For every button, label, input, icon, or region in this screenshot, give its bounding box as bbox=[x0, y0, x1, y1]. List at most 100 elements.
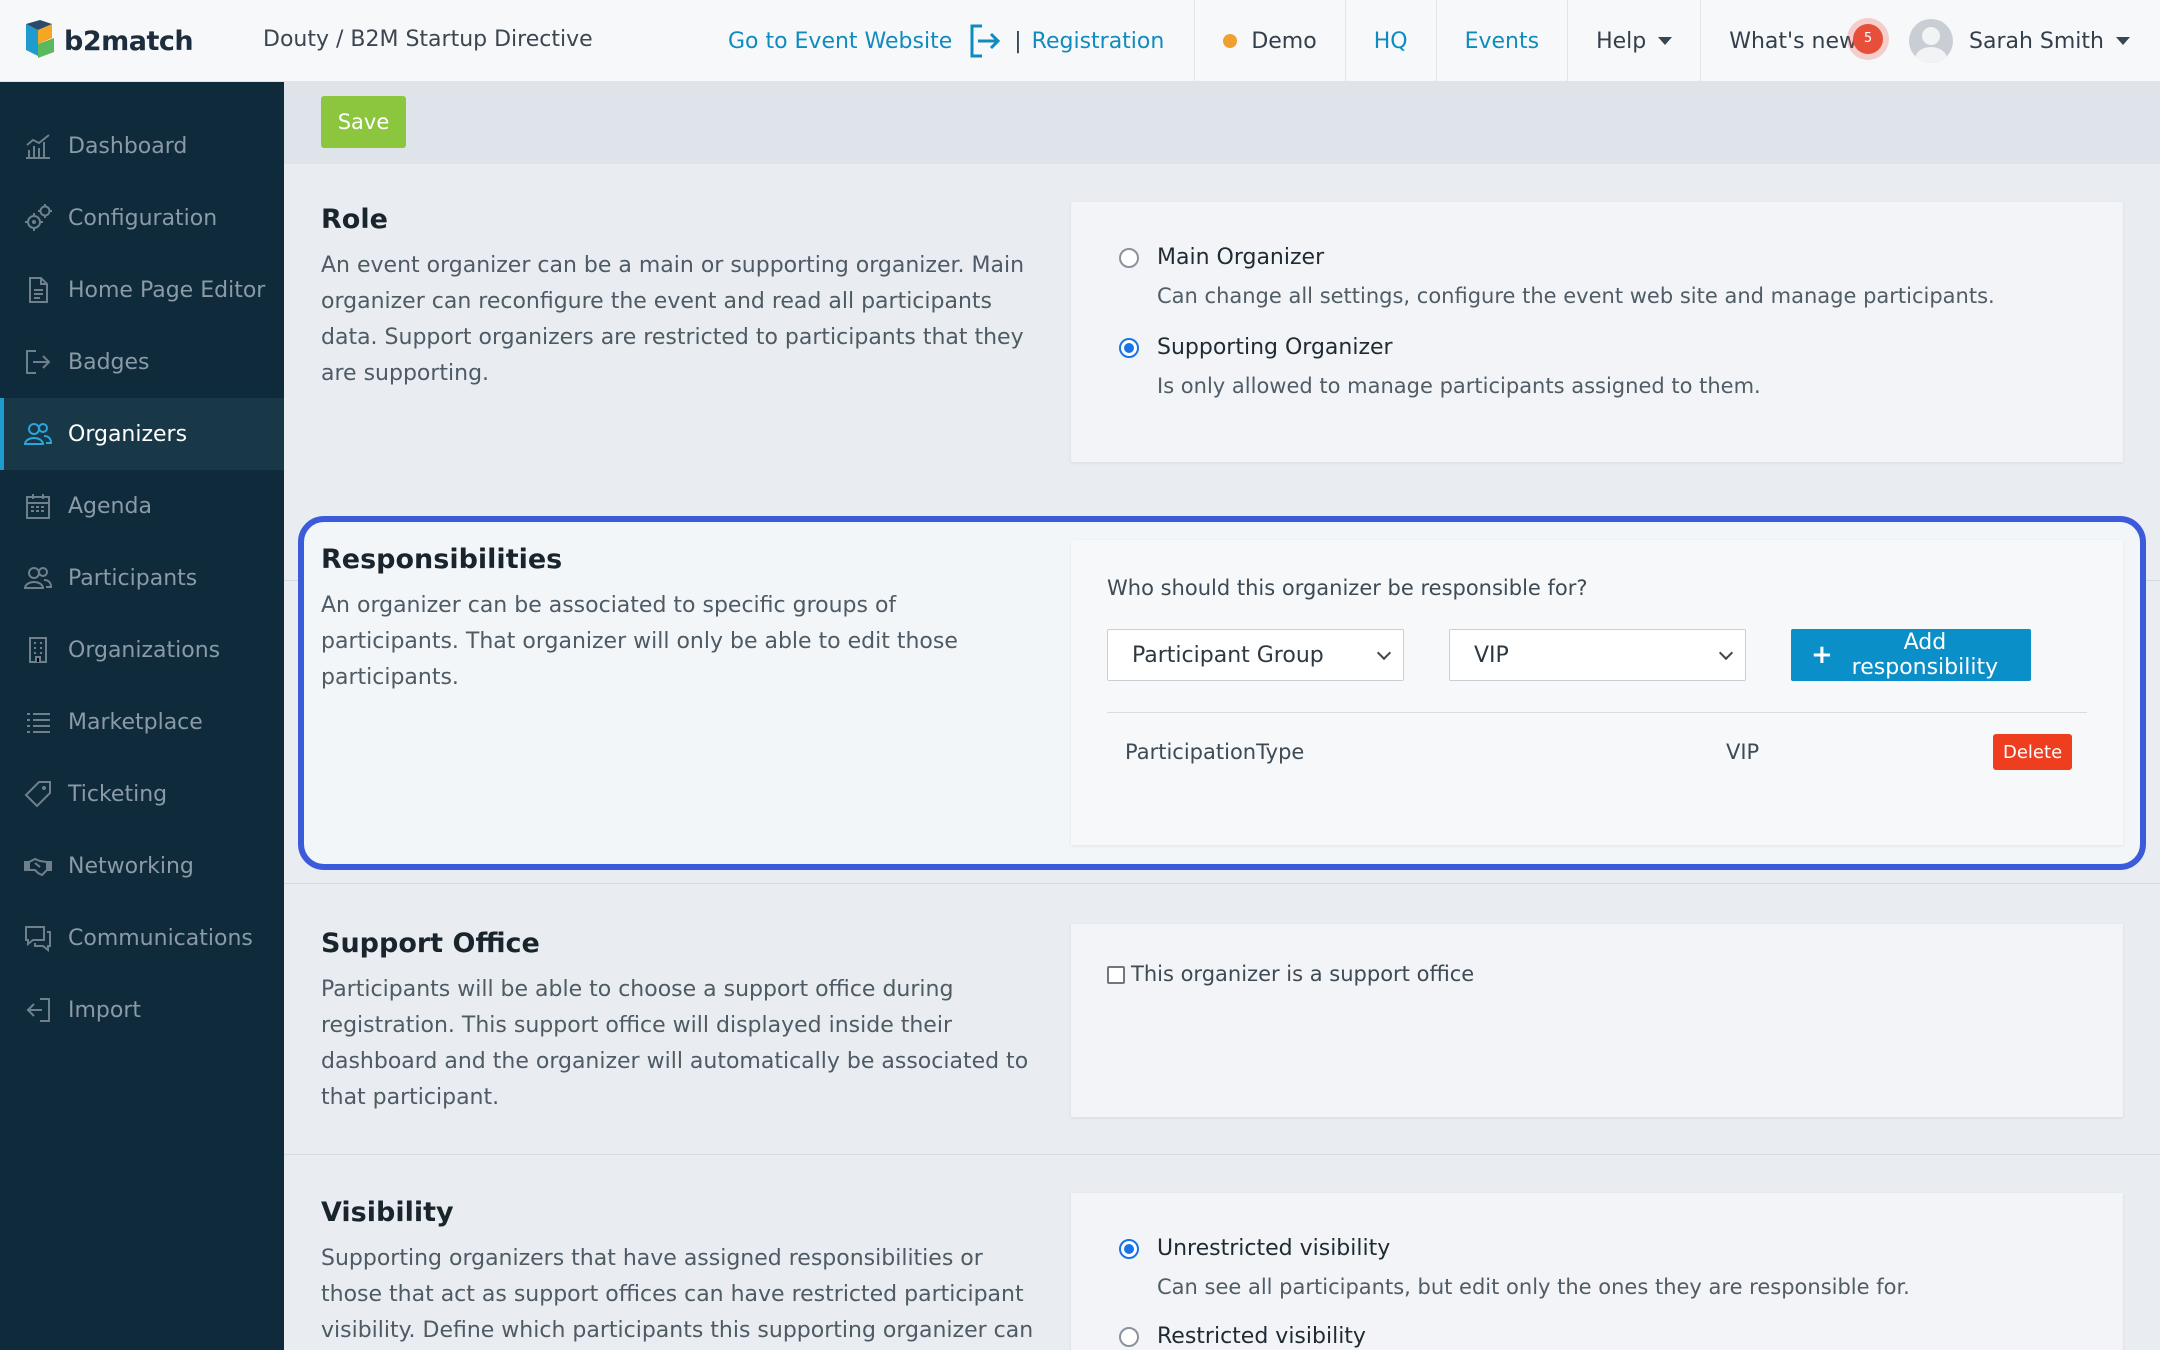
responsibility-type-select[interactable]: Participant Group bbox=[1107, 629, 1404, 681]
support-office-title: Support Office bbox=[321, 928, 540, 959]
chevron-down-icon bbox=[1718, 645, 1734, 661]
unrestricted-visibility-radio[interactable] bbox=[1119, 1239, 1139, 1259]
help-label: Help bbox=[1596, 28, 1647, 54]
support-office-description: Participants will be able to choose a su… bbox=[321, 977, 1029, 1110]
responsibilities-card: Who should this organizer be responsible… bbox=[1071, 540, 2123, 845]
support-office-card: This organizer is a support office bbox=[1071, 924, 2123, 1117]
exit-icon bbox=[966, 22, 1004, 60]
chevron-down-icon bbox=[1376, 645, 1392, 661]
handshake-icon bbox=[22, 850, 54, 882]
responsibilities-description: An organizer can be associated to specif… bbox=[321, 593, 958, 690]
sidebar-item-label: Agenda bbox=[68, 493, 152, 519]
responsibility-question: Who should this organizer be responsible… bbox=[1107, 576, 1588, 600]
role-title: Role bbox=[321, 204, 388, 235]
sidebar-item-label: Dashboard bbox=[68, 133, 188, 159]
sidebar-item-label: Badges bbox=[68, 349, 150, 375]
dashboard-icon bbox=[22, 130, 54, 162]
link-separator: | bbox=[1014, 28, 1022, 54]
sidebar-item-agenda[interactable]: Agenda bbox=[0, 470, 284, 542]
brand-name: b2match bbox=[64, 25, 194, 57]
sidebar-item-configuration[interactable]: Configuration bbox=[0, 182, 284, 254]
sidebar-item-label: Organizers bbox=[68, 421, 188, 447]
plus-icon: + bbox=[1811, 640, 1833, 670]
sidebar-item-label: Marketplace bbox=[68, 709, 203, 735]
delete-responsibility-button[interactable]: Delete bbox=[1993, 734, 2073, 770]
support-office-checkbox-label[interactable]: This organizer is a support office bbox=[1131, 962, 1474, 986]
supporting-organizer-radio[interactable] bbox=[1119, 338, 1139, 358]
save-toolbar: Save bbox=[284, 82, 2160, 164]
users-icon bbox=[22, 562, 54, 594]
sidebar-item-label: Participants bbox=[68, 565, 198, 591]
sidebar-item-import[interactable]: Import bbox=[0, 974, 284, 1046]
document-icon bbox=[22, 274, 54, 306]
event-breadcrumb[interactable]: Douty / B2M Startup Directive bbox=[263, 27, 593, 52]
calendar-icon bbox=[22, 490, 54, 522]
go-to-event-website-link[interactable]: Go to Event Website | Registration bbox=[728, 0, 1194, 82]
sidebar-item-dashboard[interactable]: Dashboard bbox=[0, 110, 284, 182]
visibility-section: Visibility Supporting organizers that ha… bbox=[284, 1155, 2160, 1350]
caret-down-icon bbox=[2116, 37, 2130, 45]
supporting-organizer-option[interactable]: Supporting Organizer Is only allowed to … bbox=[1119, 332, 1761, 402]
responsibility-type-cell: ParticipationType bbox=[1125, 740, 1305, 764]
registration-link[interactable]: Registration bbox=[1032, 29, 1185, 54]
sidebar-item-label: Home Page Editor bbox=[68, 277, 266, 303]
visibility-description: Supporting organizers that have assigned… bbox=[321, 1246, 1034, 1343]
notification-count-badge: 5 bbox=[1853, 23, 1883, 54]
main-organizer-label: Main Organizer bbox=[1157, 245, 1325, 270]
role-description: An event organizer can be a main or supp… bbox=[321, 253, 1025, 386]
responsibility-value-select[interactable]: VIP bbox=[1449, 629, 1746, 681]
hq-link[interactable]: HQ bbox=[1346, 0, 1436, 82]
b2match-logo-icon bbox=[22, 20, 58, 62]
support-office-checkbox[interactable] bbox=[1107, 966, 1125, 984]
restricted-visibility-radio[interactable] bbox=[1119, 1327, 1139, 1347]
sidebar-item-label: Ticketing bbox=[68, 781, 168, 807]
responsibility-value-value: VIP bbox=[1474, 642, 1509, 668]
add-responsibility-button[interactable]: + Add responsibility bbox=[1791, 629, 2031, 681]
sidebar-item-label: Configuration bbox=[68, 205, 218, 231]
support-office-section: Support Office Participants will be able… bbox=[284, 883, 2160, 1155]
chat-icon bbox=[22, 922, 54, 954]
sidebar-item-communications[interactable]: Communications bbox=[0, 902, 284, 974]
sidebar-item-marketplace[interactable]: Marketplace bbox=[0, 686, 284, 758]
save-button[interactable]: Save bbox=[321, 96, 406, 148]
sidebar-item-badges[interactable]: Badges bbox=[0, 326, 284, 398]
unrestricted-visibility-option[interactable]: Unrestricted visibility Can see all part… bbox=[1119, 1233, 1910, 1303]
brand-logo[interactable]: b2match bbox=[22, 20, 194, 62]
responsibilities-title: Responsibilities bbox=[321, 544, 563, 575]
responsibility-value-cell: VIP bbox=[1726, 740, 1760, 764]
top-bar: b2match Douty / B2M Startup Directive Go… bbox=[0, 0, 2160, 82]
main-content: Save Role An event organizer can be a ma… bbox=[284, 82, 2160, 1350]
sidebar-item-networking[interactable]: Networking bbox=[0, 830, 284, 902]
user-name: Sarah Smith bbox=[1969, 28, 2104, 54]
main-organizer-description: Can change all settings, configure the e… bbox=[1157, 284, 1995, 308]
user-menu[interactable]: Sarah Smith bbox=[1909, 0, 2160, 82]
gears-icon bbox=[22, 202, 54, 234]
sidebar-item-organizations[interactable]: Organizations bbox=[0, 614, 284, 686]
sidebar-item-label: Communications bbox=[68, 925, 253, 951]
demo-indicator[interactable]: Demo bbox=[1195, 0, 1344, 82]
divider bbox=[1107, 712, 2087, 713]
sidebar-item-label: Networking bbox=[68, 853, 194, 879]
visibility-card: Unrestricted visibility Can see all part… bbox=[1071, 1193, 2123, 1350]
sidebar-item-home-page-editor[interactable]: Home Page Editor bbox=[0, 254, 284, 326]
list-icon bbox=[22, 706, 54, 738]
sidebar-item-participants[interactable]: Participants bbox=[0, 542, 284, 614]
unrestricted-visibility-label: Unrestricted visibility bbox=[1157, 1236, 1391, 1261]
main-organizer-radio[interactable] bbox=[1119, 248, 1139, 268]
supporting-organizer-description: Is only allowed to manage participants a… bbox=[1157, 374, 1761, 398]
go-to-event-website-label: Go to Event Website bbox=[727, 28, 953, 54]
events-link[interactable]: Events bbox=[1437, 0, 1568, 82]
sidebar-item-organizers[interactable]: Organizers bbox=[0, 398, 284, 470]
sidebar-item-label: Import bbox=[68, 997, 142, 1023]
whats-new-label: What's new bbox=[1729, 28, 1857, 54]
demo-label: Demo bbox=[1251, 28, 1317, 54]
whats-new-button[interactable]: What's new 5 bbox=[1701, 0, 1909, 82]
import-icon bbox=[22, 994, 54, 1026]
sidebar-item-ticketing[interactable]: Ticketing bbox=[0, 758, 284, 830]
restricted-visibility-option[interactable]: Restricted visibility bbox=[1119, 1321, 1366, 1350]
add-responsibility-label: Add responsibility bbox=[1851, 630, 1999, 680]
main-organizer-option[interactable]: Main Organizer Can change all settings, … bbox=[1119, 242, 1995, 312]
top-navigation: Go to Event Website | Registration Demo … bbox=[728, 0, 2160, 82]
unrestricted-visibility-description: Can see all participants, but edit only … bbox=[1157, 1275, 1910, 1299]
help-menu[interactable]: Help bbox=[1568, 0, 1700, 82]
